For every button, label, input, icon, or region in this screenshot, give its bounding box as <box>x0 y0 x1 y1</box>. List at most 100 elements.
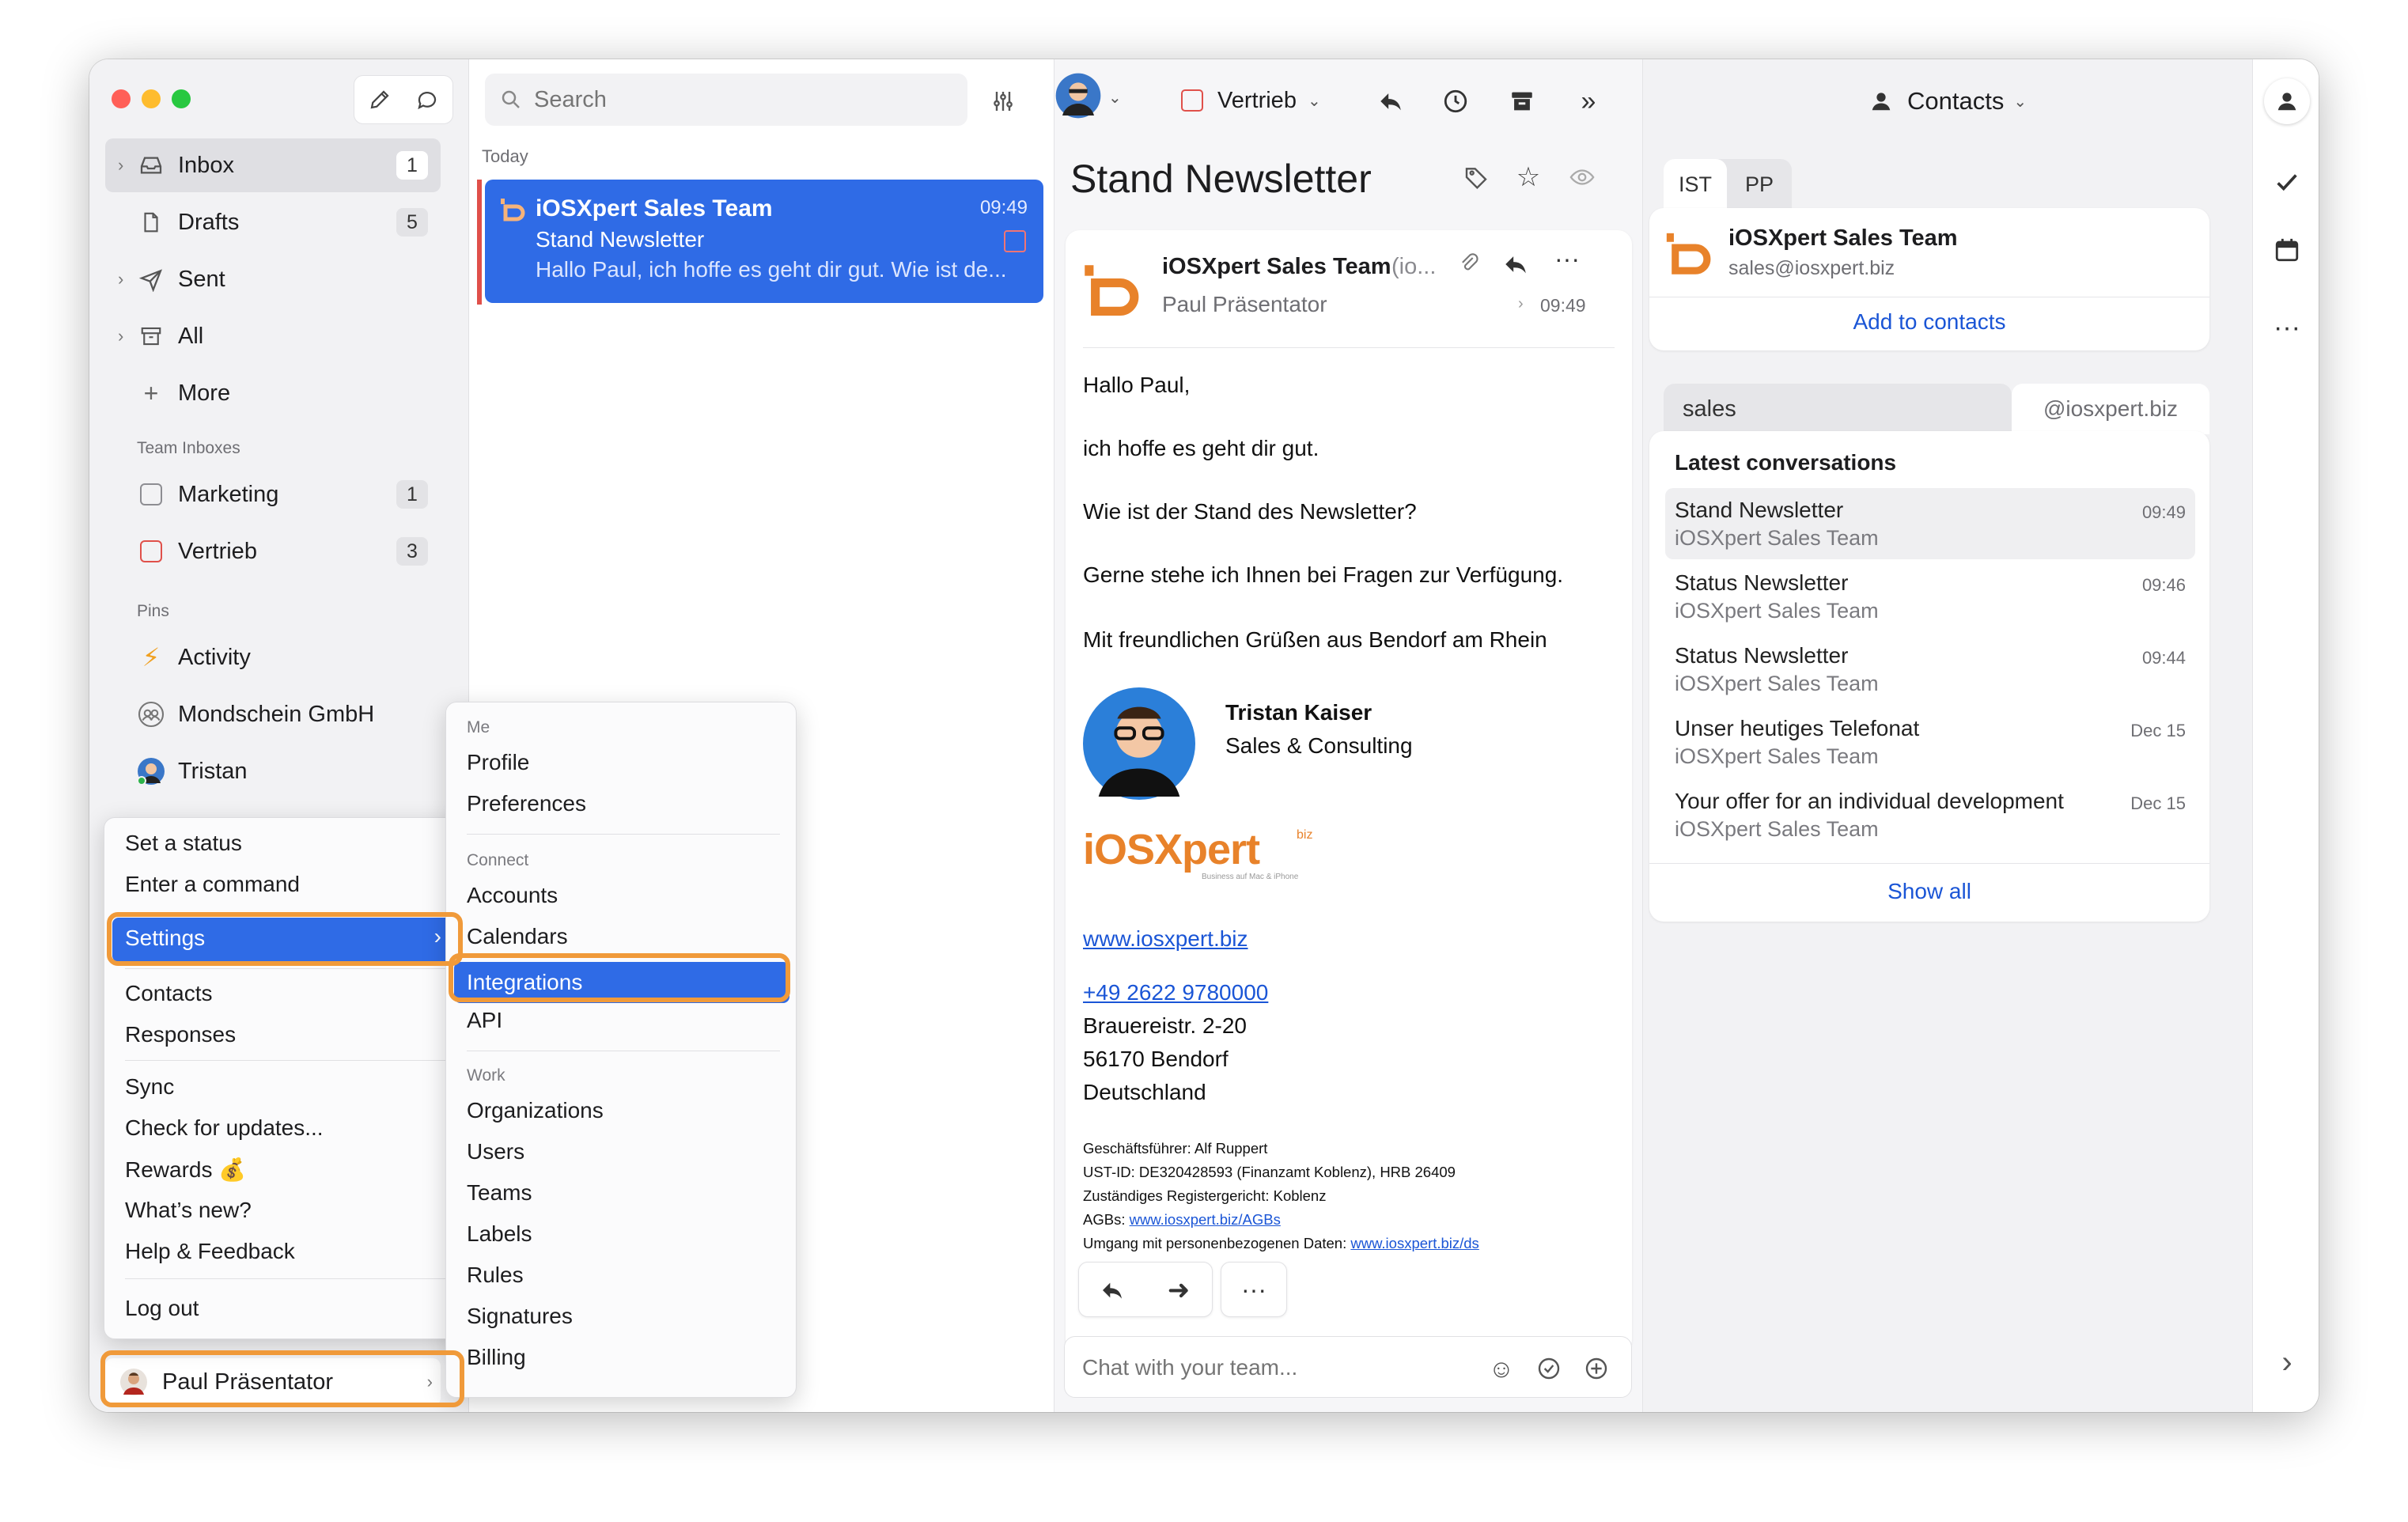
menu-item-organizations[interactable]: Organizations <box>467 1093 604 1128</box>
menu-item-set-status[interactable]: Set a status <box>125 826 242 861</box>
more-apps-icon[interactable]: ··· <box>2264 305 2310 350</box>
sidebar-item-drafts[interactable]: Drafts 5 <box>105 195 441 249</box>
menu-item-enter-command[interactable]: Enter a command <box>125 867 300 902</box>
menu-item-teams[interactable]: Teams <box>467 1176 532 1210</box>
conversation-item[interactable]: Status Newsletter iOSXpert Sales Team 09… <box>1665 634 2195 705</box>
search-tab-domain[interactable]: @iosxpert.biz <box>2012 384 2209 434</box>
company-logo: iOSXpert biz Business auf Mac & iPhone <box>1083 826 1313 881</box>
menu-item-signatures[interactable]: Signatures <box>467 1299 573 1334</box>
watch-eye-icon[interactable] <box>1564 159 1600 195</box>
more-options-icon[interactable]: ··· <box>1221 1262 1287 1317</box>
team-chat-box[interactable]: ☺ <box>1064 1336 1632 1398</box>
tab-pp[interactable]: PP <box>1727 159 1792 210</box>
star-icon[interactable]: ☆ <box>1510 159 1547 195</box>
email-sender-address: (io... <box>1391 254 1437 279</box>
compose-icon[interactable] <box>356 76 403 123</box>
chat-bubble-icon[interactable] <box>403 76 451 123</box>
paperclip-icon[interactable] <box>1458 252 1480 278</box>
menu-item-calendars[interactable]: Calendars <box>467 919 568 954</box>
chevron-right-icon[interactable]: › <box>1518 295 1524 313</box>
more-options-icon[interactable]: ··· <box>1554 244 1580 274</box>
sidebar-item-mondschein[interactable]: Mondschein GmbH <box>105 687 441 741</box>
plus-circle-icon[interactable] <box>1579 1351 1614 1386</box>
sidebar-item-activity[interactable]: ⚡ Activity <box>105 630 441 684</box>
search-box[interactable] <box>485 74 967 126</box>
show-all-button[interactable]: Show all <box>1649 879 2209 904</box>
body-line: Gerne stehe ich Ihnen bei Fragen zur Ver… <box>1083 562 1564 587</box>
more-actions-icon[interactable]: » <box>1569 81 1608 121</box>
search-tab-sales[interactable]: sales <box>1664 384 2012 434</box>
clock-icon[interactable] <box>1436 81 1475 121</box>
add-to-contacts-button[interactable]: Add to contacts <box>1649 309 2209 335</box>
tag-icon[interactable] <box>1458 159 1494 195</box>
website-link[interactable]: www.iosxpert.biz <box>1083 926 1248 952</box>
chevron-right-icon[interactable]: › <box>2264 1339 2310 1385</box>
conversation-item[interactable]: Unser heutiges Telefonat iOSXpert Sales … <box>1665 706 2195 778</box>
count-badge: 1 <box>396 151 428 180</box>
person-icon[interactable] <box>2264 78 2310 124</box>
menu-item-preferences[interactable]: Preferences <box>467 786 586 821</box>
filter-sliders-icon[interactable] <box>983 81 1023 121</box>
checkmark-icon[interactable] <box>2264 159 2310 205</box>
conversation-item[interactable]: Your offer for an individual development… <box>1665 779 2195 850</box>
tab-ist[interactable]: IST <box>1664 159 1727 210</box>
agbs-link[interactable]: www.iosxpert.biz/AGBs <box>1130 1211 1281 1228</box>
menu-item-sync[interactable]: Sync <box>125 1070 174 1104</box>
menu-item-check-updates[interactable]: Check for updates... <box>125 1111 324 1145</box>
reply-icon[interactable] <box>1371 81 1410 121</box>
sidebar-item-inbox[interactable]: › Inbox 1 <box>105 138 441 192</box>
sidebar-item-sent[interactable]: › Sent <box>105 252 441 306</box>
checkmark-circle-icon[interactable] <box>1532 1351 1566 1386</box>
menu-item-whats-new[interactable]: What’s new? <box>125 1193 252 1228</box>
minimize-window-button[interactable] <box>142 89 161 108</box>
list-item[interactable]: iOSXpert Sales Team 09:49 Stand Newslett… <box>485 180 1043 303</box>
menu-separator <box>125 1278 452 1279</box>
list-item-sender: iOSXpert Sales Team <box>536 195 773 221</box>
highlight-user-account <box>100 1350 464 1407</box>
contacts-dropdown[interactable]: Contacts ⌄ <box>1869 80 2027 123</box>
chevron-down-icon[interactable]: ⌄ <box>1108 88 1122 108</box>
menu-item-contacts[interactable]: Contacts <box>125 976 213 1011</box>
sidebar-item-label: Mondschein GmbH <box>178 701 375 727</box>
menu-item-help-feedback[interactable]: Help & Feedback <box>125 1234 295 1269</box>
chevron-right-icon[interactable]: › <box>118 269 123 290</box>
sidebar-item-tristan[interactable]: Tristan <box>105 744 441 798</box>
team-chat-input[interactable] <box>1082 1348 1462 1388</box>
menu-item-profile[interactable]: Profile <box>467 745 529 780</box>
archive-icon[interactable] <box>1502 81 1542 121</box>
calendar-icon[interactable] <box>2264 227 2310 273</box>
menu-item-billing[interactable]: Billing <box>467 1340 526 1375</box>
menu-item-rewards[interactable]: Rewards 💰 <box>125 1152 246 1187</box>
sidebar-item-all[interactable]: › All <box>105 309 441 363</box>
search-input[interactable] <box>534 81 945 118</box>
count-badge: 5 <box>396 208 428 237</box>
inbox-selector[interactable]: Vertrieb ⌄ <box>1181 81 1321 119</box>
menu-item-log-out[interactable]: Log out <box>125 1291 199 1326</box>
reply-icon[interactable] <box>1502 251 1529 282</box>
paper-plane-icon <box>137 265 165 293</box>
sidebar-item-marketing[interactable]: Marketing 1 <box>105 468 441 521</box>
forward-icon[interactable]: ➜ <box>1145 1263 1212 1318</box>
conversation-item[interactable]: Stand Newsletter iOSXpert Sales Team 09:… <box>1665 488 2195 559</box>
sidebar-item-vertrieb[interactable]: Vertrieb 3 <box>105 524 441 578</box>
menu-item-accounts[interactable]: Accounts <box>467 878 558 913</box>
reply-icon[interactable] <box>1079 1263 1145 1318</box>
menu-item-responses[interactable]: Responses <box>125 1017 236 1052</box>
phone-link[interactable]: +49 2622 9780000 <box>1083 980 1268 1005</box>
menu-item-api[interactable]: API <box>467 1003 502 1038</box>
reply-forward-group: ➜ <box>1078 1262 1213 1317</box>
close-window-button[interactable] <box>112 89 131 108</box>
latest-conversations-card: Latest conversations Stand Newsletter iO… <box>1649 431 2209 922</box>
chevron-right-icon[interactable]: › <box>118 155 123 176</box>
assignee-avatar[interactable] <box>1054 72 1105 123</box>
menu-item-rules[interactable]: Rules <box>467 1258 524 1293</box>
privacy-link[interactable]: www.iosxpert.biz/ds <box>1350 1235 1478 1251</box>
sidebar-item-label: Sent <box>178 266 225 292</box>
menu-item-users[interactable]: Users <box>467 1134 524 1169</box>
menu-item-labels[interactable]: Labels <box>467 1217 532 1251</box>
conversation-item[interactable]: Status Newsletter iOSXpert Sales Team 09… <box>1665 561 2195 632</box>
chevron-right-icon[interactable]: › <box>118 326 123 346</box>
emoji-icon[interactable]: ☺ <box>1484 1351 1519 1386</box>
zoom-window-button[interactable] <box>172 89 191 108</box>
sidebar-item-more[interactable]: + More <box>105 366 441 420</box>
